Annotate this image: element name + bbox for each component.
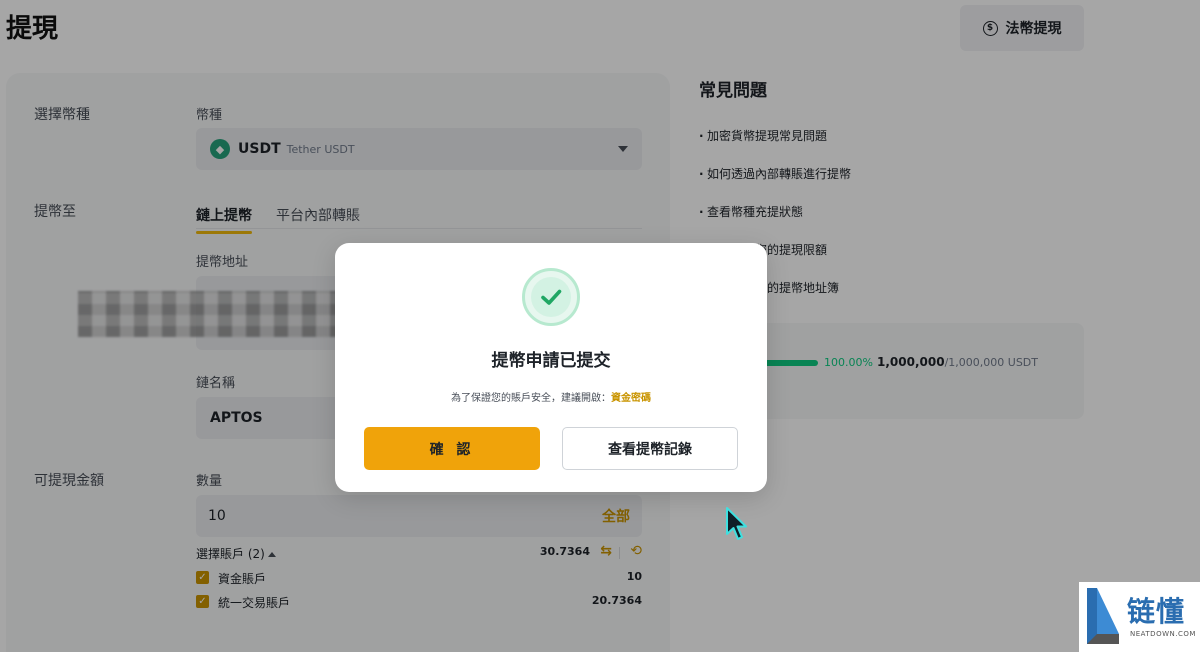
confirm-button[interactable]: 確 認 (364, 427, 540, 470)
mouse-cursor-icon (726, 507, 747, 540)
success-check-icon (522, 268, 580, 326)
withdraw-page: 提現 $ 法幣提現 選擇幣種 幣種 ◆ USDT Tether USDT 提幣至… (0, 0, 1200, 652)
view-withdraw-history-button[interactable]: 查看提幣記錄 (562, 427, 738, 470)
fund-password-link[interactable]: 資金密碼 (611, 393, 651, 404)
modal-message: 為了保證您的賬戶安全，建議開啟：資金密碼 (451, 393, 651, 404)
watermark-logo: 链懂 NEATDOWN.COM (1079, 582, 1200, 652)
modal-title: 提幣申請已提交 (491, 351, 611, 371)
watermark-text: 链懂 (1127, 595, 1186, 628)
submission-success-modal: 提幣申請已提交 為了保證您的賬戶安全，建議開啟：資金密碼 確 認 查看提幣記錄 (335, 243, 767, 492)
watermark-subtext: NEATDOWN.COM (1130, 630, 1196, 638)
watermark-l-icon (1087, 588, 1119, 644)
